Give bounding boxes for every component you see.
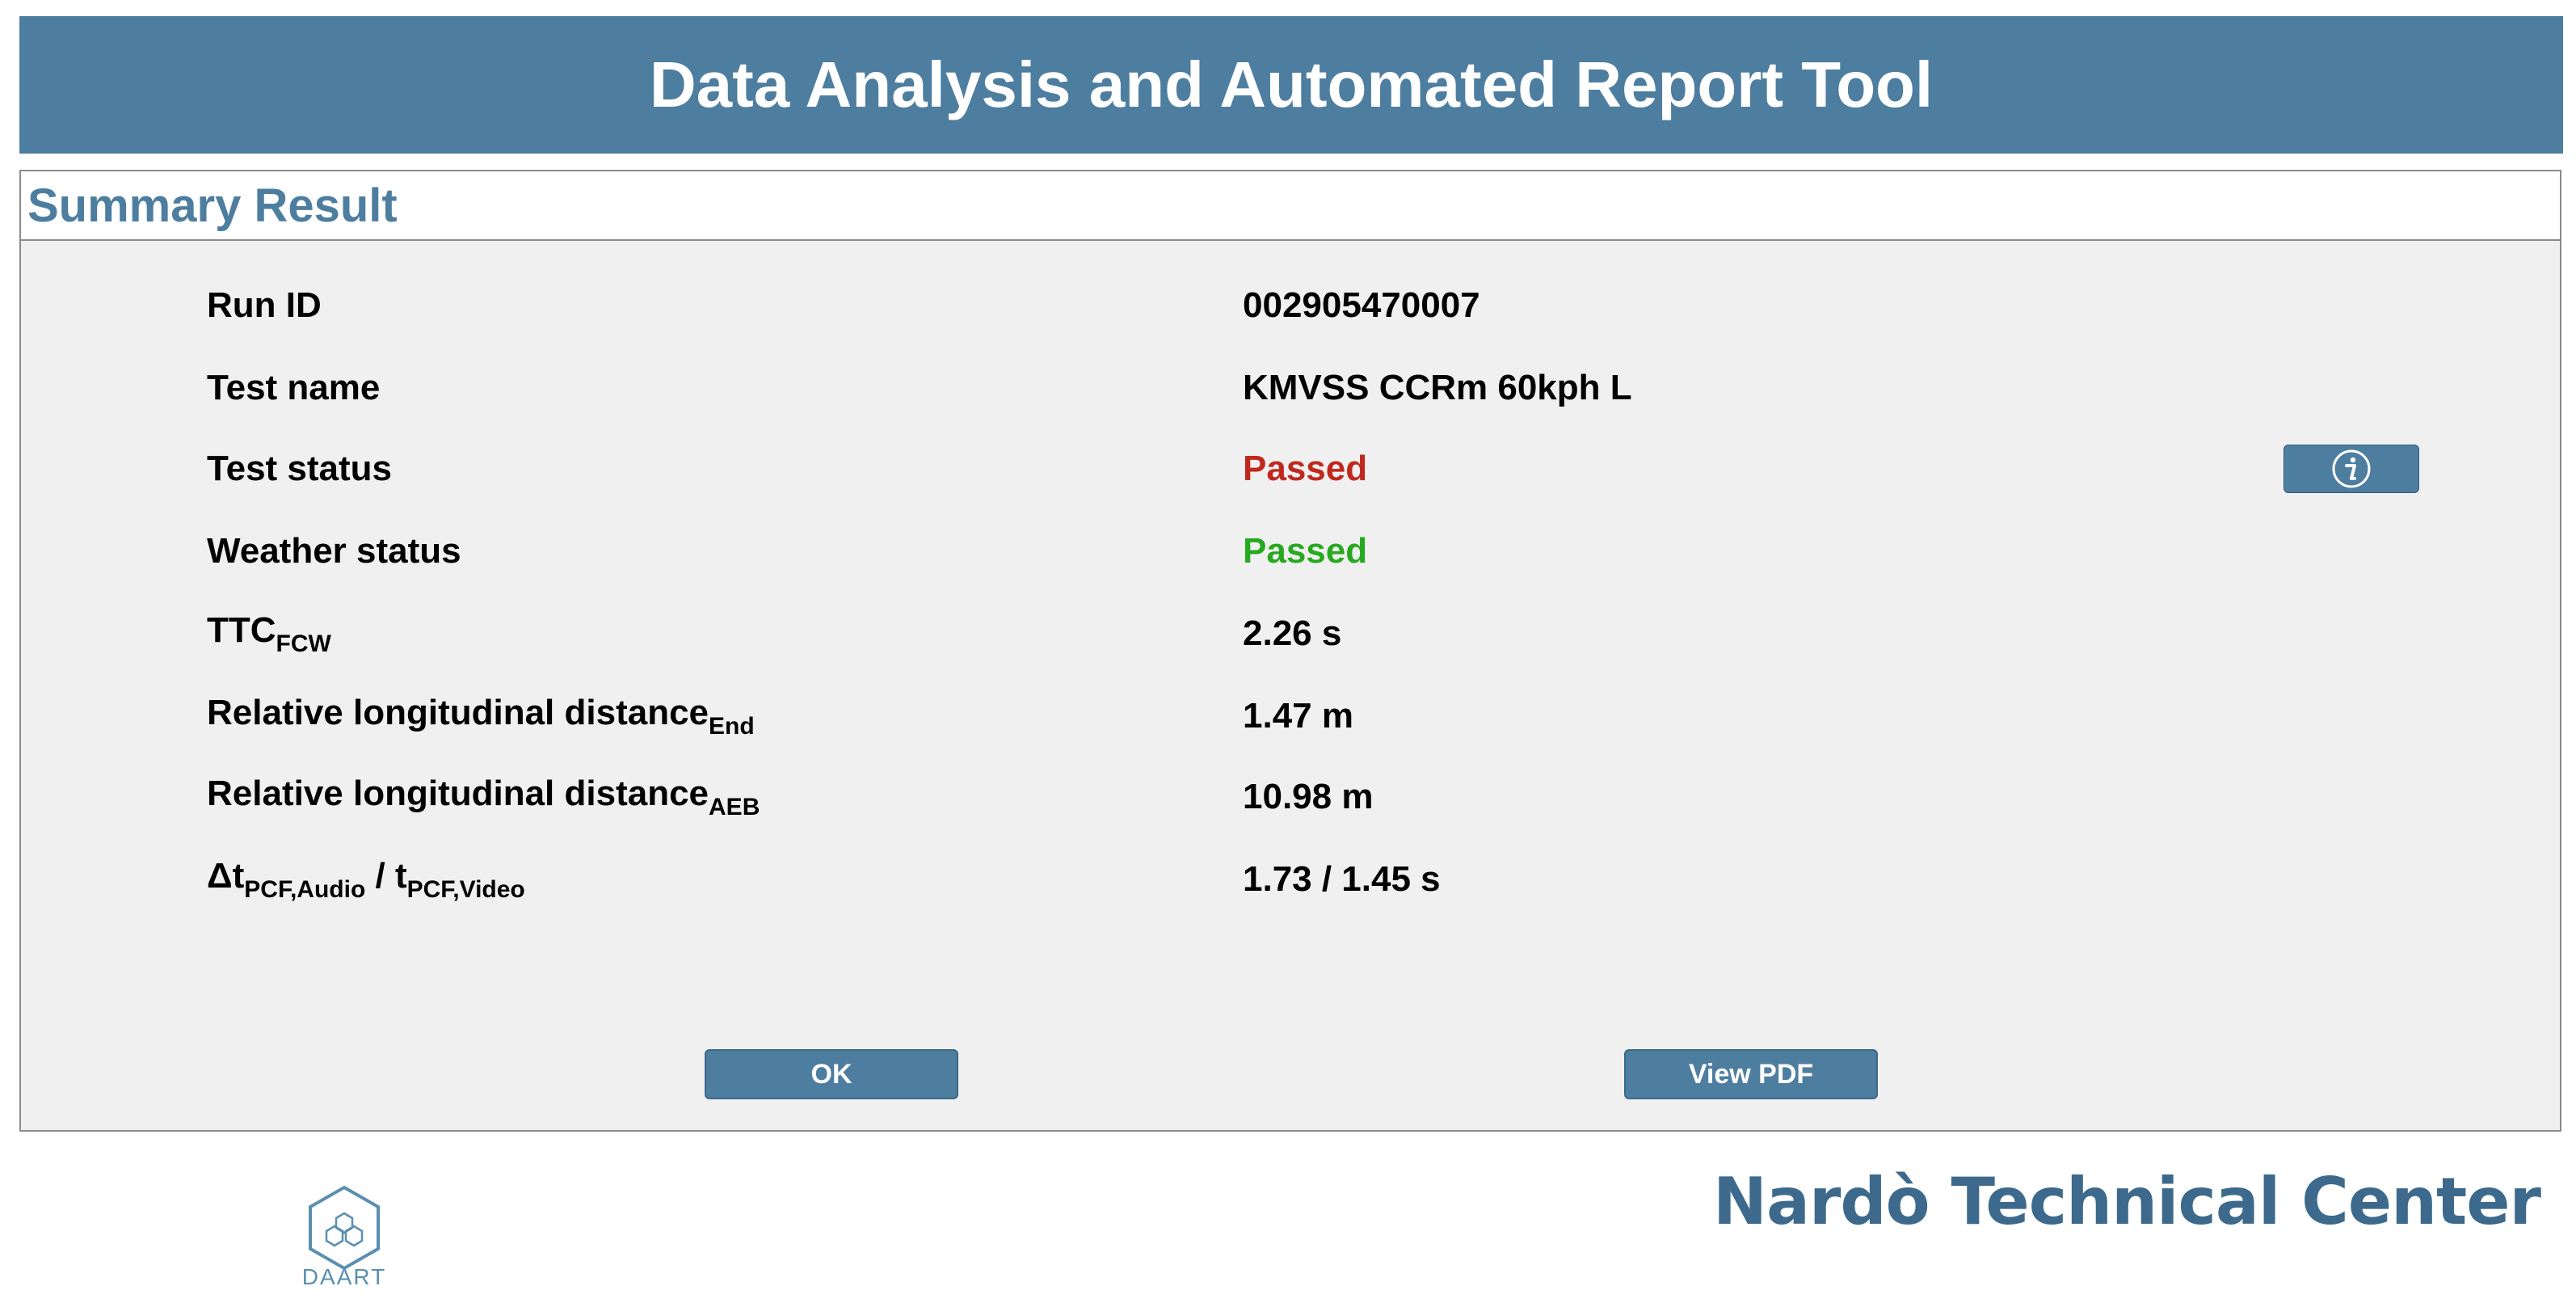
row-test-status: Test status Passed <box>207 436 2389 501</box>
info-icon <box>2332 449 2371 488</box>
summary-title-bar: Summary Result <box>21 171 2560 241</box>
ok-button[interactable]: OK <box>705 1049 958 1099</box>
row-run-id: Run ID 002905470007 <box>207 273 2389 338</box>
pcf-audio-sub: PCF,Audio <box>244 875 366 903</box>
rel-dist-aeb-sub: AEB <box>709 793 760 820</box>
app-header: Data Analysis and Automated Report Tool <box>19 16 2563 154</box>
run-id-value: 002905470007 <box>1243 285 1480 325</box>
test-status-label: Test status <box>207 449 393 488</box>
pcf-video-sub: PCF,Video <box>406 875 525 903</box>
test-name-label: Test name <box>207 368 381 407</box>
rel-dist-end-sub: End <box>709 712 755 740</box>
ttc-value: 2.26 s <box>1243 614 1342 653</box>
ttc-label: TTCFCW <box>207 609 331 657</box>
view-pdf-button[interactable]: View PDF <box>1624 1049 1878 1099</box>
run-id-label: Run ID <box>207 285 322 325</box>
weather-status-label: Weather status <box>207 531 461 571</box>
rel-dist-end-label: Relative longitudinal distanceEnd <box>207 692 755 740</box>
rel-dist-aeb-label: Relative longitudinal distanceAEB <box>207 773 760 820</box>
row-rel-dist-aeb: Relative longitudinal distanceAEB 10.98 … <box>207 765 2389 829</box>
test-status-value: Passed <box>1243 449 1368 488</box>
company-name: Nardò Technical Center <box>1713 1164 2541 1239</box>
pcf-timing-label: ΔtPCF,Audio / tPCF,Video <box>207 855 525 903</box>
app-title: Data Analysis and Automated Report Tool <box>649 48 1934 120</box>
info-button[interactable] <box>2283 445 2419 493</box>
test-name-value: KMVSS CCRm 60kph L <box>1243 368 1632 407</box>
row-rel-dist-end: Relative longitudinal distanceEnd 1.47 m <box>207 684 2389 748</box>
summary-panel: Summary Result Run ID 002905470007 Test … <box>19 170 2561 1132</box>
pcf-timing-value: 1.73 / 1.45 s <box>1243 859 1441 899</box>
row-test-name: Test name KMVSS CCRm 60kph L <box>207 356 2389 420</box>
rel-dist-end-value: 1.47 m <box>1243 696 1353 736</box>
rel-dist-aeb-value: 10.98 m <box>1243 777 1374 816</box>
summary-title: Summary Result <box>27 179 398 232</box>
row-ttc-fcw: TTCFCW 2.26 s <box>207 601 2389 666</box>
row-weather-status: Weather status Passed <box>207 519 2389 584</box>
weather-status-value: Passed <box>1243 531 1368 571</box>
ttc-label-sub: FCW <box>276 630 331 657</box>
daart-logo-text: DAART <box>301 1264 387 1289</box>
row-pcf-timing: ΔtPCF,Audio / tPCF,Video 1.73 / 1.45 s <box>207 847 2389 912</box>
